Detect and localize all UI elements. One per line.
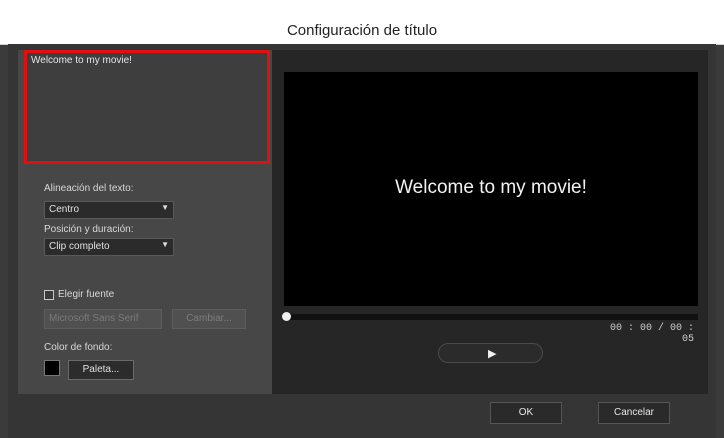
palette-button[interactable]: Paleta...	[68, 360, 134, 380]
timeline-track[interactable]	[284, 314, 698, 320]
preview-title-text: Welcome to my movie!	[395, 177, 587, 198]
timeline-handle[interactable]	[282, 312, 291, 321]
play-button[interactable]: ▶	[438, 343, 543, 363]
ok-button[interactable]: OK	[490, 402, 562, 424]
cancel-button[interactable]: Cancelar	[598, 402, 670, 424]
video-preview: Welcome to my movie!	[284, 72, 698, 306]
choose-font-label: Elegir fuente	[58, 289, 115, 300]
chevron-down-icon: ▼	[161, 203, 169, 212]
title-text-input[interactable]: Welcome to my movie!	[24, 50, 270, 164]
title-bar: Configuración de título	[0, 0, 724, 45]
chevron-down-icon: ▼	[161, 240, 169, 249]
alignment-value: Centro	[49, 204, 80, 215]
window-title: Configuración de título	[286, 22, 438, 39]
font-name-field: Microsoft Sans Serif	[44, 309, 162, 329]
position-value: Clip completo	[49, 241, 110, 252]
choose-font-checkbox[interactable]	[44, 290, 54, 300]
play-icon: ▶	[488, 347, 497, 360]
change-font-button: Cambiar...	[172, 309, 246, 329]
position-label: Posición y duración:	[44, 224, 134, 235]
alignment-label: Alineación del texto:	[44, 183, 134, 194]
position-dropdown[interactable]: Clip completo ▼	[44, 238, 174, 256]
background-color-label: Color de fondo:	[44, 342, 113, 353]
background-color-swatch	[44, 360, 60, 376]
time-readout: 00 : 00 / 00 : 05	[609, 323, 694, 345]
title-settings-window: Configuración de título Welcome to my mo…	[0, 0, 724, 438]
alignment-dropdown[interactable]: Centro ▼	[44, 201, 174, 219]
